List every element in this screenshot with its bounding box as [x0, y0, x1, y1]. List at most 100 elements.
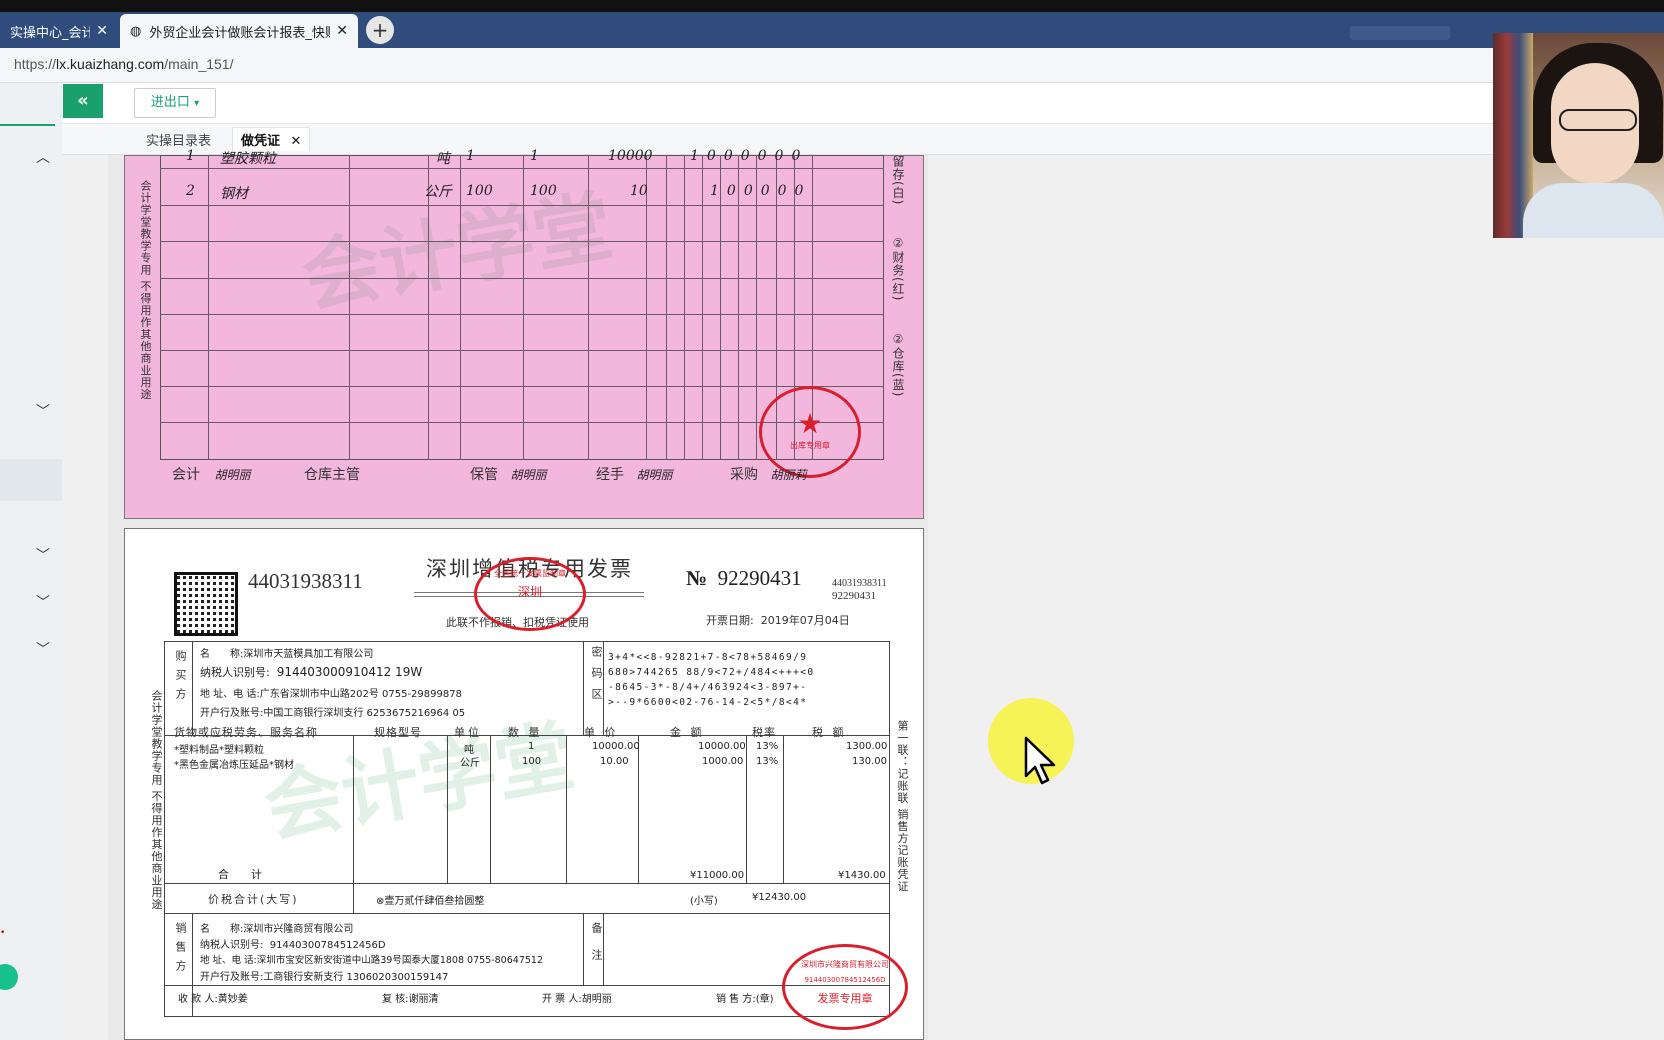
chevron-down-icon[interactable]: ﹀ — [36, 401, 50, 421]
header-rate: 税率 — [752, 726, 776, 739]
seller-taxid: 91440300784512456D — [269, 940, 386, 951]
drawer: 胡明丽 — [581, 994, 612, 1005]
item-name: 塑胶颗粒 — [220, 151, 276, 167]
label: 收 款 人: — [178, 994, 218, 1005]
item-name: *黑色金属冶炼压延品*钢材 — [174, 760, 294, 771]
import-export-dropdown[interactable]: 进出口 ▾ — [134, 88, 216, 118]
grid-line — [666, 155, 667, 460]
item-tax: 130.00 — [852, 756, 887, 767]
item-rate: 13% — [756, 756, 779, 767]
supervision-stamp: 全国统一发票监制章 深圳 — [474, 557, 586, 631]
row-number: 1 — [186, 148, 195, 164]
table-line — [353, 735, 354, 883]
cipher-line: 680>744265 88/9<72+/484<+++<0 — [608, 667, 815, 678]
header-goods: 货物或应税劳务、服务名称 — [174, 726, 318, 739]
close-icon[interactable]: ✕ — [291, 134, 302, 149]
item-price: 10 — [630, 183, 648, 199]
header-qty: 数 量 — [508, 726, 543, 739]
copy-label: 第一联：记账联 销售方记账凭证 — [896, 720, 909, 893]
os-top-bar — [0, 0, 1664, 12]
close-icon[interactable]: ✕ — [96, 23, 108, 39]
chevron-down-icon[interactable]: ﹀ — [36, 639, 50, 659]
label: 名 称: — [200, 924, 244, 935]
label: 经手 — [596, 467, 624, 483]
grand-total-small: ¥12430.00 — [752, 892, 807, 903]
item-unit: 公斤 — [424, 184, 452, 200]
blurred-region — [1350, 26, 1450, 40]
status-dot[interactable] — [0, 964, 18, 990]
globe-icon: ◍ — [130, 23, 142, 39]
grid-line — [738, 155, 739, 460]
copy-label-white: 留存(白) — [891, 155, 905, 206]
footer-handler: 经手 胡明丽 — [596, 464, 672, 484]
url-scheme: https:// — [14, 56, 57, 72]
total-tax: ¥1430.00 — [838, 870, 886, 881]
cipher-line: -8645-3*-8/4+/463924<3-897+- — [608, 682, 808, 693]
chevron-down-icon: ▾ — [194, 98, 200, 109]
grid-line — [349, 155, 350, 460]
tab-title: 外贸企业会计做账会计报表_快账 — [149, 25, 331, 41]
collapse-sidebar-button[interactable]: « — [63, 84, 103, 118]
buyer-name: 深圳市天蓝模具加工有限公司 — [243, 649, 374, 660]
shirt — [1523, 183, 1664, 238]
chevron-up-icon[interactable]: ︿ — [36, 147, 50, 167]
number-symbol: № — [686, 566, 708, 590]
grid-line — [523, 155, 524, 460]
glasses — [1559, 109, 1637, 131]
seller-section-label: 销售方 — [174, 922, 187, 979]
seller-seal: (章) — [755, 994, 774, 1005]
left-sidebar: ︿ ﹀ ﹀ ﹀ ﹀ • — [0, 83, 63, 1040]
item-unit: 公斤 — [460, 758, 480, 769]
label: 保管 — [470, 467, 498, 483]
webcam-video — [1493, 33, 1664, 238]
table-line — [164, 883, 890, 884]
header-amount: 金 额 — [670, 726, 705, 739]
buyer-address: 广东省深圳市中山路202号 0755-29899878 — [259, 689, 462, 700]
grid-line — [160, 386, 884, 387]
footer-accounting: 会计 胡明丽 — [172, 464, 250, 484]
grand-total-label: 价税合计(大写) — [208, 893, 299, 906]
header-price: 单 价 — [584, 726, 619, 739]
grid-line — [160, 168, 884, 169]
signature: 胡明丽 — [510, 468, 547, 482]
stamp-text: 出库专用章 — [790, 441, 830, 450]
star-icon: ★ — [797, 407, 823, 440]
grid-line — [208, 155, 209, 460]
address-bar[interactable]: https://lx.kuaizhang.com/main_151/ — [0, 48, 1664, 83]
close-icon[interactable]: ✕ — [336, 23, 348, 39]
side-note: 会计学堂教学专用 不得用作其他商业用途 — [139, 180, 152, 401]
chevron-down-icon[interactable]: ﹀ — [36, 592, 50, 612]
stamp-city: 深圳 — [517, 585, 542, 599]
new-tab-button[interactable]: + — [366, 16, 394, 44]
footer-purchase: 采购 胡丽莉 — [730, 464, 806, 484]
sidebar-selected-item[interactable] — [0, 459, 62, 501]
number-value: 92290431 — [717, 566, 802, 590]
header-spec: 规格型号 — [374, 726, 422, 739]
item-price: 10.00 — [600, 756, 629, 767]
tab-catalog[interactable]: 实操目录表 — [146, 130, 211, 149]
grid-line — [160, 241, 884, 242]
grid-line — [684, 155, 685, 460]
grid-line — [160, 278, 884, 279]
item-qty: 100 — [466, 183, 493, 199]
issue-date-value: 2019年07月04日 — [760, 614, 850, 627]
grid-line — [160, 350, 884, 351]
header-unit: 单位 — [454, 726, 482, 739]
table-line — [783, 735, 784, 883]
url-text[interactable]: https://lx.kuaizhang.com/main_151/ — [14, 56, 233, 72]
small-invoice-number: 92290431 — [832, 590, 876, 602]
item-amount: 1000000 — [690, 148, 809, 164]
small-invoice-code: 44031938311 — [832, 578, 887, 589]
label: 名 称: — [200, 649, 244, 660]
table-line — [353, 883, 354, 913]
chevron-down-icon[interactable]: ﹀ — [36, 545, 50, 565]
grid-line — [588, 155, 589, 460]
browser-tab-1[interactable]: 实操中心_会计实操 ✕ — [0, 14, 118, 48]
grand-total-small-label: (小写) — [690, 896, 718, 907]
browser-tab-2[interactable]: ◍ 外贸企业会计做账会计报表_快账 ✕ — [120, 14, 358, 48]
issue-date: 开票日期: 2019年07月04日 — [706, 612, 850, 628]
item-name: *塑料制品*塑料颗粒 — [174, 745, 264, 756]
seller-invoice-stamp: 深圳市兴隆商贸有限公司 91440300784512456D 发票专用章 — [782, 944, 908, 1030]
invoice-number: № 92290431 — [686, 566, 802, 591]
buyer-taxid: 914403000910412 19W — [276, 665, 423, 679]
